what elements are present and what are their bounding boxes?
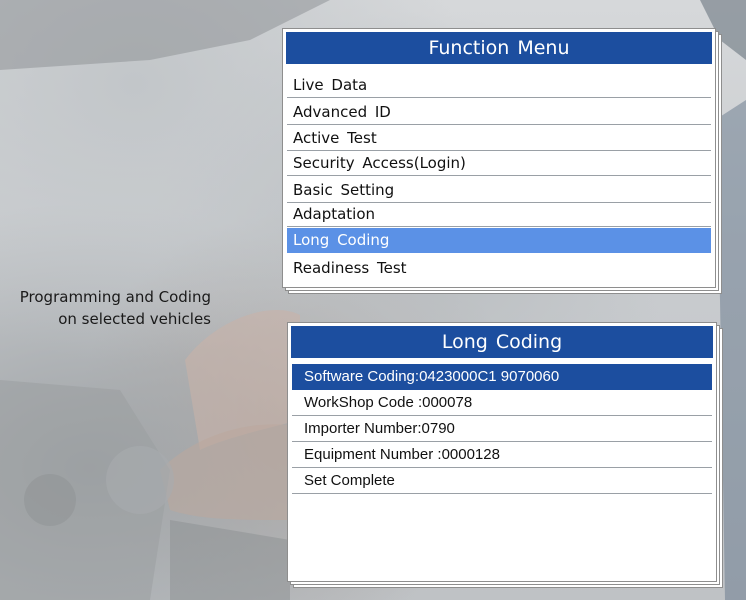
- function-menu-panel: Function Menu Live Data Advanced ID Active…: [282, 28, 716, 288]
- coding-row-2[interactable]: WorkShop Code :000078: [292, 390, 712, 416]
- menu-item-basic-setting[interactable]: Basic Setting: [287, 178, 711, 203]
- coding-row-4[interactable]: Equipment Number :0000128: [292, 442, 712, 468]
- coding-row-5[interactable]: Set Complete: [292, 468, 712, 494]
- menu-item-advanced-id[interactable]: Advanced ID: [287, 100, 711, 125]
- menu-item-adaptation[interactable]: Adaptation: [287, 202, 711, 227]
- coding-row-1[interactable]: Software Coding:0423000C1 9070060: [292, 364, 712, 390]
- caption-line-1: Programming and Coding: [19, 288, 211, 306]
- coding-row-3[interactable]: Importer Number:0790: [292, 416, 712, 442]
- long-coding-panel: Long Coding Software Coding:0423000C1 90…: [287, 322, 717, 582]
- menu-item-readiness-test[interactable]: Readiness Test: [287, 256, 711, 281]
- menu-item-long-coding[interactable]: Long Coding: [287, 228, 711, 253]
- menu-item-security-access-login[interactable]: Security Access(Login): [287, 151, 711, 176]
- side-caption: Programming and Coding on selected vehic…: [20, 286, 211, 330]
- caption-line-2: on selected vehicles: [58, 310, 211, 328]
- menu-item-active-test[interactable]: Active Test: [287, 126, 711, 151]
- long-coding-title: Long Coding: [291, 326, 713, 358]
- menu-item-live-data[interactable]: Live Data: [287, 73, 711, 98]
- function-menu-title: Function Menu: [286, 32, 712, 64]
